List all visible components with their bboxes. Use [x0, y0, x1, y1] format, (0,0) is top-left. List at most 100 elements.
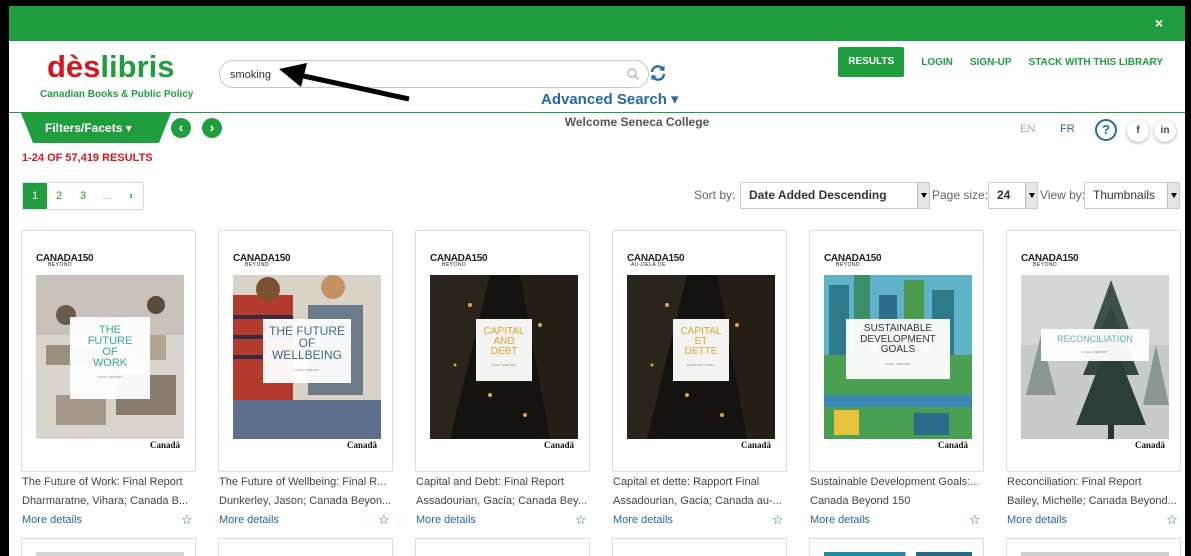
- book-card[interactable]: [809, 538, 984, 556]
- cover-art: [233, 552, 381, 556]
- more-details-link[interactable]: More details: [22, 514, 82, 526]
- cover-subtitle: RAPPORT FINAL: [687, 363, 715, 367]
- book-card[interactable]: CANADA150 BEYOND RECONCILIATION FINAL REP…: [1006, 230, 1181, 472]
- cover-subtitle: FINAL REPORT: [294, 368, 320, 372]
- cover-title-box: CAPITAL ET DETTE RAPPORT FINAL: [673, 319, 729, 381]
- canada-wordmark: Canadä: [346, 440, 377, 450]
- more-details-link[interactable]: More details: [219, 514, 279, 526]
- page-size-value: 24: [997, 188, 1011, 202]
- stack-library-link[interactable]: STACK WITH THIS LIBRARY: [1029, 57, 1163, 68]
- book-cover[interactable]: CANADA150 BEYOND THE FUTURE OF WORK FINAL…: [36, 253, 184, 451]
- logo-des: dès: [47, 49, 101, 84]
- canada-wordmark: Canadä: [543, 440, 574, 450]
- pagination: 1 2 3 ... ›: [22, 182, 144, 210]
- cover-title-box: CAPITAL AND DEBT FINAL REPORT: [476, 319, 532, 381]
- star-icon[interactable]: ☆: [575, 512, 587, 528]
- close-icon[interactable]: ×: [1155, 15, 1163, 31]
- more-details-link[interactable]: More details: [416, 514, 476, 526]
- book-card[interactable]: CANADA150 AU-DELÀ DE CAPITAL ET DETTE RAP…: [612, 230, 787, 472]
- lang-en[interactable]: EN: [1020, 123, 1035, 135]
- header-divider: [9, 112, 1185, 113]
- page-3[interactable]: 3: [71, 183, 95, 209]
- cover-art: [36, 552, 184, 556]
- cover-brand-sub: BEYOND: [1033, 262, 1058, 268]
- cover-art: [430, 552, 578, 556]
- book-card[interactable]: CANADA150 BEYOND THE FUTURE OF WELLBEING …: [218, 230, 393, 472]
- star-icon[interactable]: ☆: [1166, 512, 1178, 528]
- book-title[interactable]: The Future of Wellbeing: Final R...: [219, 476, 395, 488]
- login-link[interactable]: LOGIN: [921, 57, 953, 68]
- more-details-link[interactable]: More details: [810, 514, 870, 526]
- top-nav: RESULTS LOGIN SIGN-UP STACK WITH THIS LI…: [838, 47, 1163, 77]
- cover-brand-sub: BEYOND: [442, 262, 467, 268]
- cover-art: [824, 552, 972, 556]
- cover-brand-sub: AU-DELÀ DE: [631, 262, 667, 268]
- browser-viewport: × dèslibris Canadian Books & Public Poli…: [9, 6, 1185, 556]
- book-cover[interactable]: CANADA150 BEYOND THE FUTURE OF WELLBEING …: [233, 253, 381, 451]
- advanced-search-link[interactable]: Advanced Search ▾: [541, 90, 679, 108]
- more-details-link[interactable]: More details: [613, 514, 673, 526]
- page-ellipsis[interactable]: ...: [95, 183, 119, 209]
- cover-title-box: RECONCILIATION FINAL REPORT: [1041, 329, 1149, 361]
- book-card[interactable]: [415, 538, 590, 556]
- cover-title-box: THE FUTURE OF WELLBEING FINAL REPORT: [263, 319, 351, 383]
- book-card[interactable]: CANADA150 BEYOND CAPITAL AND DEBT FINAL R…: [415, 230, 590, 472]
- star-icon[interactable]: ☆: [772, 512, 784, 528]
- page-1[interactable]: 1: [23, 183, 47, 209]
- cover-subtitle: FINAL REPORT: [885, 361, 911, 366]
- book-author: Assadourian, Gacia; Canada Bey...: [416, 495, 588, 507]
- book-title[interactable]: Capital and Debt: Final Report: [416, 476, 592, 488]
- star-icon[interactable]: ☆: [378, 512, 390, 528]
- logo-libris: libris: [100, 49, 175, 84]
- chevron-down-icon: [917, 183, 929, 208]
- book-title[interactable]: Reconciliation: Final Report: [1007, 476, 1183, 488]
- book-title[interactable]: Sustainable Development Goals:...: [810, 476, 986, 488]
- book-card[interactable]: CANADA150 BEYOND SUSTAINABLE DEVELOPMENT …: [809, 230, 984, 472]
- book-author: Assadourian, Gacia; Canada au-...: [613, 495, 782, 507]
- linkedin-icon[interactable]: in: [1154, 120, 1176, 142]
- results-count: 1-24 OF 57,419 RESULTS: [22, 152, 153, 164]
- cover-subtitle: FINAL REPORT: [97, 375, 123, 379]
- welcome-message: Welcome Seneca College: [564, 115, 710, 129]
- cover-subtitle: FINAL REPORT: [491, 363, 517, 367]
- cover-brand-sub: BEYOND: [836, 262, 861, 268]
- book-card[interactable]: [218, 538, 393, 556]
- book-card[interactable]: [612, 538, 787, 556]
- search-icon[interactable]: [626, 67, 640, 81]
- view-by-value: Thumbnails: [1093, 188, 1156, 202]
- cover-art: [627, 552, 775, 556]
- star-icon[interactable]: ☆: [969, 512, 981, 528]
- cover-title: THE FUTURE OF WORK: [87, 324, 133, 369]
- top-banner: ×: [9, 6, 1185, 41]
- book-author: Dharmaratne, Vihara; Canada B...: [22, 495, 189, 507]
- book-title[interactable]: Capital et dette: Rapport Final: [613, 476, 789, 488]
- book-title[interactable]: The Future of Work: Final Report: [22, 476, 198, 488]
- sort-select[interactable]: Date Added Descending: [740, 182, 930, 209]
- book-cover[interactable]: CANADA150 AU-DELÀ DE CAPITAL ET DETTE RAP…: [627, 253, 775, 451]
- more-details-link[interactable]: More details: [1007, 514, 1067, 526]
- book-cover[interactable]: CANADA150 BEYOND SUSTAINABLE DEVELOPMENT …: [824, 253, 972, 451]
- page-size-select[interactable]: 24: [988, 182, 1038, 209]
- cover-title: CAPITAL ET DETTE: [680, 326, 722, 357]
- book-card[interactable]: [21, 538, 196, 556]
- refresh-icon[interactable]: [649, 64, 667, 82]
- results-button[interactable]: RESULTS: [838, 47, 905, 77]
- lang-fr[interactable]: FR: [1060, 123, 1075, 135]
- book-cover[interactable]: CANADA150 BEYOND CAPITAL AND DEBT FINAL R…: [430, 253, 578, 451]
- page-2[interactable]: 2: [47, 183, 71, 209]
- book-cover[interactable]: CANADA150 BEYOND RECONCILIATION FINAL REP…: [1021, 253, 1169, 451]
- logo-tagline: Canadian Books & Public Policy: [40, 89, 194, 100]
- next-page-icon[interactable]: ›: [119, 183, 143, 209]
- cover-title: RECONCILIATION: [1057, 334, 1133, 344]
- book-card[interactable]: CANADA150 BEYOND THE FUTURE OF WORK FINAL…: [21, 230, 196, 472]
- facebook-icon[interactable]: f: [1127, 120, 1149, 142]
- book-card[interactable]: [1006, 538, 1181, 556]
- cover-title: CAPITAL AND DEBT: [483, 326, 525, 357]
- view-by-select[interactable]: Thumbnails: [1084, 182, 1180, 209]
- help-icon[interactable]: ?: [1095, 119, 1117, 141]
- book-author: Bailey, Michelle; Canada Beyond...: [1007, 495, 1177, 507]
- site-logo[interactable]: dèslibris Canadian Books & Public Policy: [40, 49, 193, 101]
- signup-link[interactable]: SIGN-UP: [970, 57, 1012, 68]
- star-icon[interactable]: ☆: [181, 512, 193, 528]
- book-author: Dunkerley, Jason; Canada Beyon...: [219, 495, 392, 507]
